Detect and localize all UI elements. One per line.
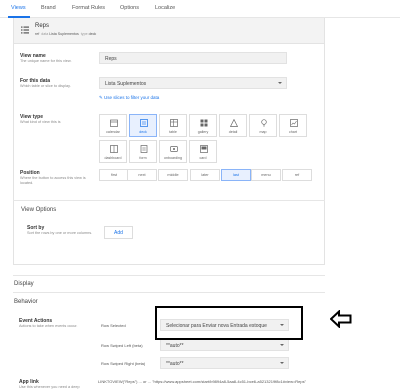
tab-bar: Views Brand Format Rules Options Localiz… [0, 0, 400, 18]
use-slices-link[interactable]: ✎ Use slices to filter your data [99, 95, 159, 101]
tab-views[interactable]: Views [11, 5, 26, 11]
calendar-icon [110, 119, 118, 127]
position-desc: Where the button to access this view is … [20, 176, 86, 185]
divider [13, 275, 325, 276]
view-type-deck[interactable]: deck [129, 114, 157, 137]
view-meta: ref data Lista Suplementos type deck [35, 32, 97, 36]
view-type-onboarding[interactable]: onboarding [159, 140, 187, 163]
view-options-title: View Options [21, 207, 57, 213]
position-last[interactable]: last [221, 169, 251, 181]
view-type-desc: What kind of view this is [20, 120, 61, 124]
position-later[interactable]: later [190, 169, 220, 181]
map-pin-icon [261, 119, 267, 127]
view-type-card[interactable]: card [189, 140, 217, 163]
dashboard-icon [110, 145, 118, 153]
view-title: Reps [35, 23, 50, 29]
view-type-map[interactable]: map [249, 114, 277, 137]
tab-brand[interactable]: Brand [41, 5, 56, 11]
arrow-left-icon [330, 310, 352, 328]
chart-icon [290, 119, 298, 127]
divider [13, 292, 325, 293]
view-type-gallery[interactable]: gallery [189, 114, 217, 137]
detail-icon [230, 119, 238, 127]
onboarding-icon [170, 146, 178, 152]
tab-options[interactable]: Options [120, 5, 139, 11]
position-menu[interactable]: menu [251, 169, 281, 181]
divider [13, 200, 325, 201]
highlight-box [155, 306, 303, 340]
view-type-dashboard[interactable]: dashboard [99, 140, 127, 163]
row-selected-label: Row Selected [101, 323, 126, 328]
event-actions-desc: Actions to take when events occur. [19, 324, 78, 328]
view-type-form[interactable]: form [129, 140, 157, 163]
tab-localize[interactable]: Localize [155, 5, 175, 11]
row-swiped-right-label: Row Swiped Right (beta) [101, 361, 146, 366]
chevron-down-icon [280, 362, 284, 364]
card-icon [200, 145, 208, 153]
view-type-detail[interactable]: detail [219, 114, 247, 137]
position-next[interactable]: next [127, 169, 157, 181]
app-link-value: LINKTOVIEW("Reps") ... or ... "https://w… [98, 379, 307, 384]
app-link-desc: Use this whenever you need a deep [19, 385, 80, 389]
display-title[interactable]: Display [14, 281, 34, 287]
row-swiped-left-select[interactable]: **auto** [160, 339, 289, 351]
chevron-down-icon [278, 82, 282, 84]
sort-by-desc: Sort the rows by one or more columns. [27, 231, 93, 235]
gallery-icon [200, 119, 208, 127]
position-middle[interactable]: middle [158, 169, 188, 181]
view-type-table[interactable]: table [159, 114, 187, 137]
tab-format-rules[interactable]: Format Rules [72, 5, 105, 11]
view-type-chart[interactable]: chart [279, 114, 307, 137]
for-this-data-desc: Which table or slice to display. [20, 84, 71, 88]
row-swiped-left-label: Row Swiped Left (beta) [101, 343, 143, 348]
chevron-down-icon [280, 344, 284, 346]
behavior-title[interactable]: Behavior [14, 299, 38, 305]
deck-icon [140, 119, 148, 127]
row-swiped-right-select[interactable]: **auto** [160, 357, 289, 369]
add-sort-button[interactable]: Add [104, 226, 133, 239]
table-icon [170, 119, 178, 127]
list-icon [21, 26, 29, 34]
position-first[interactable]: first [99, 169, 129, 181]
view-name-input[interactable]: Reps [99, 52, 287, 64]
position-ref[interactable]: ref [282, 169, 312, 181]
view-name-desc: The unique name for this view. [20, 59, 72, 63]
view-type-calendar[interactable]: calendar [99, 114, 127, 137]
view-header[interactable]: Reps ref data Lista Suplementos type dec… [14, 18, 324, 44]
data-select[interactable]: Lista Suplementos [99, 77, 287, 89]
form-icon [140, 145, 148, 153]
